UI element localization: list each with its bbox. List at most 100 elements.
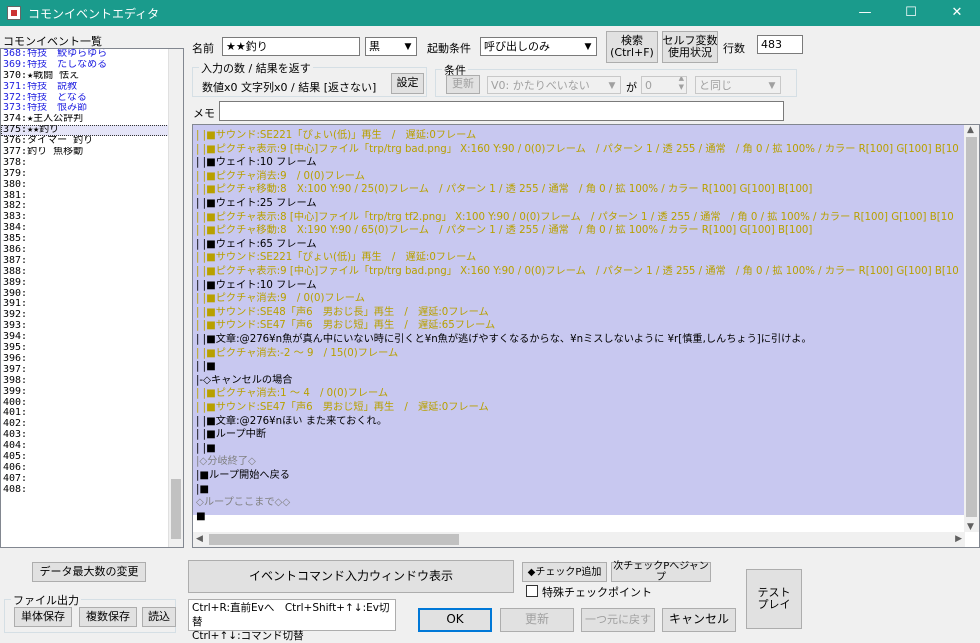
event-list-item[interactable]: 408: — [1, 485, 183, 496]
condition-operator-select[interactable]: と同じ ▼ — [695, 76, 781, 94]
name-input[interactable]: ★★釣り — [222, 37, 360, 56]
event-list-item[interactable]: 370:★戦闘 怯え — [1, 71, 183, 82]
event-list-item[interactable]: 383: — [1, 212, 183, 223]
event-list-item[interactable]: 404: — [1, 441, 183, 452]
command-input-window-button[interactable]: イベントコマンド入力ウィンドウ表示 — [188, 560, 514, 593]
command-line[interactable]: | |■サウンド:SE48「声6 男おじ長」再生 / 遅延:0フレーム — [196, 306, 489, 320]
command-line[interactable]: | |■ピクチャ表示:9 [中心]ファイル「trp/trg bad.png」 X… — [196, 265, 959, 279]
command-line[interactable]: | |■サウンド:SE47「声6 男おじ短」再生 / 遅延:0フレーム — [196, 401, 489, 415]
command-line[interactable]: | |■ピクチャ表示:9 [中心]ファイル「trp/trg bad.png」 X… — [196, 143, 959, 157]
event-list-item[interactable]: 394: — [1, 332, 183, 343]
event-list-item[interactable]: 406: — [1, 463, 183, 474]
event-list-item[interactable]: 385: — [1, 234, 183, 245]
command-line[interactable]: | |■ループ中断 — [196, 428, 266, 442]
event-list-item[interactable]: 393: — [1, 321, 183, 332]
command-line[interactable]: | |■サウンド:SE47「声6 男おじ短」再生 / 遅延:65フレーム — [196, 319, 495, 333]
event-list-item[interactable]: 403: — [1, 430, 183, 441]
event-list-item[interactable]: 377:釣り 魚移動 — [1, 147, 183, 158]
event-list-item[interactable]: 397: — [1, 365, 183, 376]
memo-input[interactable] — [219, 101, 784, 121]
condition-update-button[interactable]: 更新 — [446, 75, 480, 94]
command-line[interactable]: | |■サウンド:SE221「ぴょい(低)」再生 / 遅延:0フレーム — [196, 129, 476, 143]
command-line[interactable]: | |■ピクチャ消去:1 ～ 4 / 0(0)フレーム — [196, 387, 388, 401]
single-save-button[interactable]: 単体保存 — [14, 607, 72, 627]
close-button[interactable]: ✕ — [934, 0, 980, 26]
minimize-button[interactable]: — — [842, 0, 888, 26]
event-list-item[interactable]: 371:特技 説教 — [1, 82, 183, 93]
event-list-item[interactable]: 402: — [1, 419, 183, 430]
event-list-item[interactable]: 401: — [1, 408, 183, 419]
event-list-item[interactable]: 376:タイマー 釣り — [1, 136, 183, 147]
command-line[interactable]: | |■ピクチャ表示:8 [中心]ファイル「trp/trg tf2.png」 X… — [196, 211, 954, 225]
maximize-button[interactable]: ☐ — [888, 0, 934, 26]
event-list-item[interactable]: 379: — [1, 169, 183, 180]
event-list-item[interactable]: 378: — [1, 158, 183, 169]
event-list-item[interactable]: 399: — [1, 387, 183, 398]
event-list-item[interactable]: 369:特技 たしなめる — [1, 60, 183, 71]
command-line[interactable]: ■ — [196, 510, 206, 524]
event-list-item[interactable]: 387: — [1, 256, 183, 267]
command-line[interactable]: | |■ピクチャ移動:8 X:190 Y:90 / 65(0)フレーム / パタ… — [196, 224, 812, 238]
event-list-scroll-thumb[interactable] — [171, 479, 181, 539]
event-list-scrollbar[interactable] — [168, 49, 183, 547]
event-list-item[interactable]: 382: — [1, 201, 183, 212]
lines-input[interactable]: 483 — [757, 35, 803, 54]
event-list-item[interactable]: 391: — [1, 299, 183, 310]
search-button[interactable]: 検索 (Ctrl+F) — [606, 31, 658, 63]
event-list-item[interactable]: 384: — [1, 223, 183, 234]
event-list-item[interactable]: 392: — [1, 310, 183, 321]
ok-button[interactable]: OK — [418, 608, 492, 632]
spinner-icon[interactable]: ▲ ▼ — [679, 77, 684, 92]
io-settings-button[interactable]: 設定 — [391, 73, 424, 94]
event-list-item[interactable]: 380: — [1, 180, 183, 191]
event-list-item[interactable]: 390: — [1, 289, 183, 300]
command-line[interactable]: | |■文章:@276¥nほい また来ておくれ。 — [196, 415, 387, 429]
command-line[interactable]: | |■サウンド:SE221「ぴょい(低)」再生 / 遅延:0フレーム — [196, 251, 476, 265]
scroll-right-icon[interactable]: ▶ — [955, 534, 962, 544]
command-vertical-scrollbar[interactable]: ▲ ▼ — [964, 125, 979, 532]
command-line[interactable]: | |■ウェイト:25 フレーム — [196, 197, 317, 211]
special-checkpoint-checkbox[interactable] — [526, 585, 538, 597]
load-button[interactable]: 読込 — [142, 607, 176, 627]
event-list-item[interactable]: 389: — [1, 278, 183, 289]
command-line[interactable]: |-◇キャンセルの場合 — [196, 374, 292, 388]
command-line[interactable]: | |■ピクチャ移動:8 X:100 Y:90 / 25(0)フレーム / パタ… — [196, 183, 812, 197]
max-data-change-button[interactable]: データ最大数の変更 — [32, 562, 146, 582]
event-list-item[interactable]: 373:特技 恨み節 — [1, 103, 183, 114]
event-list-item[interactable]: 381: — [1, 191, 183, 202]
scroll-down-icon[interactable]: ▼ — [967, 522, 974, 532]
command-line[interactable]: | |■文章:@276¥n魚が真ん中にいない時に引くと¥n魚が逃げやすくなるから… — [196, 333, 812, 347]
command-hscroll-thumb[interactable] — [209, 534, 459, 545]
scroll-left-icon[interactable]: ◀ — [196, 534, 203, 544]
event-list-item[interactable]: 388: — [1, 267, 183, 278]
command-line[interactable]: | |■ピクチャ消去:9 / 0(0)フレーム — [196, 292, 365, 306]
test-play-button[interactable]: テスト プレイ — [746, 569, 802, 629]
command-line[interactable]: | |■ — [196, 360, 216, 374]
command-line[interactable]: ◇ループここまで◇◇ — [196, 496, 290, 510]
event-list-item[interactable]: 396: — [1, 354, 183, 365]
event-list-item[interactable]: 375:★★釣り — [1, 125, 183, 137]
command-line[interactable]: |◇分岐終了◇ — [196, 455, 256, 469]
command-line[interactable]: | |■ — [196, 442, 216, 456]
event-list-item[interactable]: 407: — [1, 474, 183, 485]
event-list-item[interactable]: 398: — [1, 376, 183, 387]
event-list-item[interactable]: 368:特技 鮫ゆらゆら — [1, 49, 183, 60]
command-line[interactable]: | |■ウェイト:65 フレーム — [196, 238, 317, 252]
event-list-item[interactable]: 372:特技 どなる — [1, 93, 183, 104]
command-line[interactable]: |■ループ開始へ戻る — [196, 469, 290, 483]
scroll-up-icon[interactable]: ▲ — [967, 125, 974, 135]
condition-variable-select[interactable]: V0: かたりべいない ▼ — [487, 76, 621, 94]
next-checkpoint-button[interactable]: 次チェックPへジャンプ — [611, 561, 711, 583]
event-list-item[interactable]: 374:★主人公評判 — [1, 114, 183, 125]
trigger-select[interactable]: 呼び出しのみ ▼ — [480, 37, 597, 56]
command-horizontal-scrollbar[interactable]: ◀ ▶ — [193, 532, 965, 547]
event-list[interactable]: 368:特技 鮫ゆらゆら 369:特技 たしなめる 370:★戦闘 怯え 371:特技… — [0, 48, 184, 548]
add-checkpoint-button[interactable]: ◆チェックP追加 — [522, 562, 607, 582]
event-list-item[interactable]: 395: — [1, 343, 183, 354]
event-list-item[interactable]: 386: — [1, 245, 183, 256]
command-line[interactable]: | |■ピクチャ消去:-2 ～ 9 / 15(0)フレーム — [196, 347, 398, 361]
condition-number-input[interactable]: 0 ▲ ▼ — [641, 76, 687, 94]
event-list-item[interactable]: 405: — [1, 452, 183, 463]
multi-save-button[interactable]: 複数保存 — [79, 607, 137, 627]
cancel-button[interactable]: キャンセル — [662, 608, 736, 632]
